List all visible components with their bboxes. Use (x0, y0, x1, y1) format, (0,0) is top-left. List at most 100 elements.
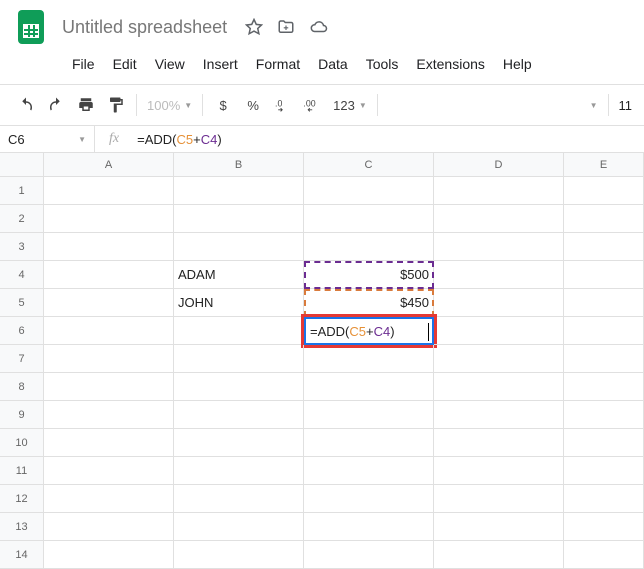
row-header[interactable]: 8 (0, 373, 44, 401)
cell[interactable] (434, 261, 564, 289)
cell[interactable] (174, 513, 304, 541)
cell[interactable] (304, 205, 434, 233)
cell[interactable] (564, 513, 644, 541)
cell[interactable] (44, 233, 174, 261)
menu-help[interactable]: Help (495, 52, 540, 76)
row-header[interactable]: 5 (0, 289, 44, 317)
move-icon[interactable] (277, 18, 295, 36)
cell[interactable] (174, 205, 304, 233)
cell[interactable] (434, 541, 564, 569)
cell[interactable] (44, 205, 174, 233)
cell[interactable] (434, 373, 564, 401)
cell[interactable] (174, 233, 304, 261)
menu-edit[interactable]: Edit (105, 52, 145, 76)
menu-view[interactable]: View (147, 52, 193, 76)
cell[interactable] (304, 457, 434, 485)
cell[interactable] (434, 345, 564, 373)
spreadsheet-grid[interactable]: A B C D E 1 2 3 4 ADAM $500 5 JOHN $450 … (0, 153, 644, 569)
cell[interactable] (44, 541, 174, 569)
cell[interactable] (174, 541, 304, 569)
cell[interactable] (44, 177, 174, 205)
cell[interactable] (564, 541, 644, 569)
cell-b5[interactable]: JOHN (174, 289, 304, 317)
menu-extensions[interactable]: Extensions (408, 52, 492, 76)
cell[interactable] (564, 233, 644, 261)
menu-format[interactable]: Format (248, 52, 308, 76)
name-box[interactable]: C6 ▼ (0, 126, 95, 152)
cell-c4[interactable]: $500 (304, 261, 434, 289)
col-header-a[interactable]: A (44, 153, 174, 177)
cell[interactable] (434, 485, 564, 513)
cell[interactable] (304, 513, 434, 541)
cell[interactable] (44, 317, 174, 345)
cell[interactable] (174, 401, 304, 429)
cloud-icon[interactable] (309, 18, 329, 36)
row-header[interactable]: 2 (0, 205, 44, 233)
cell[interactable] (304, 401, 434, 429)
cell[interactable] (44, 485, 174, 513)
font-size-value[interactable]: 11 (619, 98, 633, 113)
menu-file[interactable]: File (64, 52, 103, 76)
cell-c6-active[interactable]: =ADD(C5+C4) (304, 317, 434, 345)
cell[interactable] (434, 401, 564, 429)
col-header-b[interactable]: B (174, 153, 304, 177)
cell[interactable] (174, 485, 304, 513)
cell[interactable] (304, 177, 434, 205)
cell[interactable] (564, 485, 644, 513)
cell[interactable] (304, 429, 434, 457)
cell[interactable] (44, 513, 174, 541)
percent-button[interactable]: % (239, 91, 267, 119)
cell[interactable] (174, 345, 304, 373)
undo-button[interactable] (12, 91, 40, 119)
row-header[interactable]: 12 (0, 485, 44, 513)
row-header[interactable]: 13 (0, 513, 44, 541)
cell[interactable] (174, 373, 304, 401)
cell[interactable] (564, 457, 644, 485)
cell[interactable] (44, 401, 174, 429)
cell[interactable] (434, 317, 564, 345)
cell[interactable] (174, 317, 304, 345)
menu-data[interactable]: Data (310, 52, 356, 76)
row-header[interactable]: 1 (0, 177, 44, 205)
cell[interactable] (304, 373, 434, 401)
cell[interactable] (304, 485, 434, 513)
cell-b4[interactable]: ADAM (174, 261, 304, 289)
sheets-logo[interactable] (12, 8, 50, 46)
col-header-d[interactable]: D (434, 153, 564, 177)
row-header[interactable]: 10 (0, 429, 44, 457)
num-format-dropdown[interactable]: 123 ▼ (329, 98, 371, 113)
cell[interactable] (564, 345, 644, 373)
cell[interactable] (564, 177, 644, 205)
col-header-e[interactable]: E (564, 153, 644, 177)
menu-tools[interactable]: Tools (358, 52, 407, 76)
zoom-dropdown[interactable]: 100% ▼ (143, 98, 196, 113)
row-header[interactable]: 7 (0, 345, 44, 373)
cell-c5[interactable]: $450 (304, 289, 434, 317)
row-header[interactable]: 3 (0, 233, 44, 261)
row-header[interactable]: 11 (0, 457, 44, 485)
paint-format-button[interactable] (102, 91, 130, 119)
cell[interactable] (564, 261, 644, 289)
cell[interactable] (434, 177, 564, 205)
document-title[interactable]: Untitled spreadsheet (62, 17, 227, 38)
increase-decimal-button[interactable]: .00 (299, 91, 327, 119)
cell[interactable] (564, 205, 644, 233)
cell[interactable] (564, 373, 644, 401)
col-header-c[interactable]: C (304, 153, 434, 177)
cell[interactable] (434, 205, 564, 233)
cell[interactable] (564, 429, 644, 457)
cell[interactable] (434, 429, 564, 457)
cell[interactable] (304, 345, 434, 373)
cell[interactable] (304, 541, 434, 569)
cell[interactable] (304, 233, 434, 261)
row-header[interactable]: 6 (0, 317, 44, 345)
cell[interactable] (434, 457, 564, 485)
cell[interactable] (174, 457, 304, 485)
formula-input[interactable]: =ADD(C5+C4) (133, 132, 644, 147)
decrease-decimal-button[interactable]: .0 (269, 91, 297, 119)
select-all-corner[interactable] (0, 153, 44, 177)
cell[interactable] (44, 289, 174, 317)
cell[interactable] (434, 289, 564, 317)
cell[interactable] (44, 261, 174, 289)
menu-insert[interactable]: Insert (195, 52, 246, 76)
